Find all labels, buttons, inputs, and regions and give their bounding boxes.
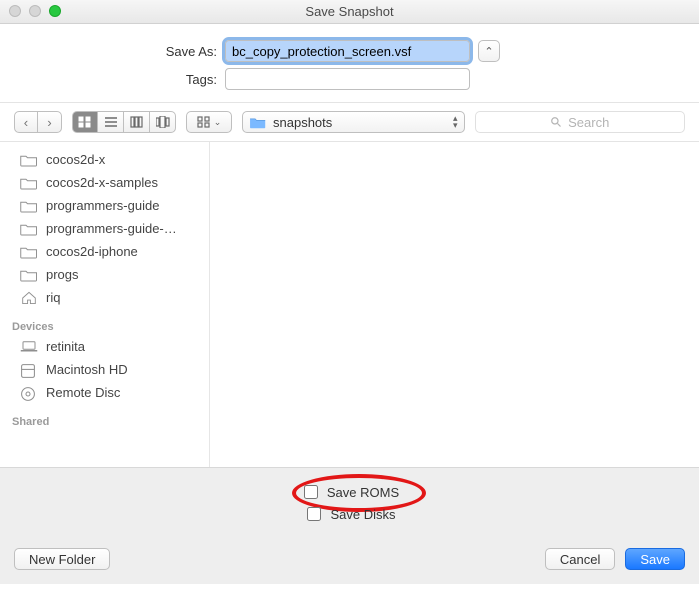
arrange-icon — [197, 116, 211, 128]
search-placeholder: Search — [568, 115, 609, 130]
save-disks-checkbox[interactable] — [307, 507, 321, 521]
tags-input[interactable] — [225, 68, 470, 90]
remote-disc-icon — [20, 386, 38, 400]
save-roms-checkbox[interactable] — [304, 485, 318, 499]
view-list-button[interactable] — [98, 111, 124, 133]
save-disks-checkbox-row[interactable]: Save Disks — [303, 504, 395, 524]
new-folder-button[interactable]: New Folder — [14, 548, 110, 570]
save-button[interactable]: Save — [625, 548, 685, 570]
sidebar-item[interactable]: programmers-guide — [0, 194, 209, 217]
sidebar-item[interactable]: riq — [0, 286, 209, 309]
sidebar-item-label: programmers-guide — [46, 198, 159, 213]
folder-icon — [20, 176, 38, 190]
tags-label: Tags: — [0, 72, 225, 87]
file-browser: cocos2d-x cocos2d-x-samples programmers-gu… — [0, 142, 699, 467]
sidebar-item[interactable]: retinita — [0, 335, 209, 358]
folder-icon — [20, 245, 38, 259]
collapse-location-button[interactable]: ⌃ — [478, 40, 500, 62]
list-icon — [104, 116, 118, 128]
close-window-button[interactable] — [9, 5, 21, 17]
sidebar-item[interactable]: Remote Disc — [0, 381, 209, 404]
sidebar-heading-shared: Shared — [0, 404, 209, 430]
folder-icon — [20, 268, 38, 282]
view-columns-button[interactable] — [124, 111, 150, 133]
view-mode-group — [72, 111, 176, 133]
browser-toolbar: ‹ › ⌄ snapshots ▴▾ — [0, 103, 699, 142]
nav-buttons: ‹ › — [14, 111, 62, 133]
folder-icon — [20, 222, 38, 236]
options-panel: Save ROMS Save Disks — [0, 467, 699, 540]
folder-icon — [20, 199, 38, 213]
save-disks-label: Save Disks — [330, 507, 395, 522]
forward-button[interactable]: › — [38, 111, 62, 133]
columns-icon — [130, 116, 144, 128]
arrange-dropdown[interactable]: ⌄ — [186, 111, 232, 133]
sidebar-item-label: riq — [46, 290, 60, 305]
sidebar-item-label: retinita — [46, 339, 85, 354]
sidebar-item[interactable]: programmers-guide-… — [0, 217, 209, 240]
sidebar-item-label: programmers-guide-… — [46, 221, 177, 236]
sidebar-item[interactable]: Macintosh HD — [0, 358, 209, 381]
laptop-icon — [20, 340, 38, 354]
chevron-right-icon: › — [47, 115, 51, 130]
window-controls — [9, 5, 61, 17]
sidebar-item[interactable]: cocos2d-x-samples — [0, 171, 209, 194]
location-popup[interactable]: snapshots ▴▾ — [242, 111, 465, 133]
sidebar-item-label: progs — [46, 267, 79, 282]
cancel-button[interactable]: Cancel — [545, 548, 615, 570]
sidebar-item[interactable]: cocos2d-iphone — [0, 240, 209, 263]
title-bar: Save Snapshot — [0, 0, 699, 24]
location-name: snapshots — [273, 115, 332, 130]
save-roms-label: Save ROMS — [327, 485, 399, 500]
dialog-footer: New Folder Cancel Save — [0, 540, 699, 584]
sidebar[interactable]: cocos2d-x cocos2d-x-samples programmers-gu… — [0, 142, 210, 467]
sidebar-heading-devices: Devices — [0, 309, 209, 335]
coverflow-icon — [156, 116, 170, 128]
sidebar-item-label: cocos2d-iphone — [46, 244, 138, 259]
save-as-input[interactable] — [225, 40, 470, 62]
view-icon-button[interactable] — [72, 111, 98, 133]
save-roms-checkbox-row[interactable]: Save ROMS — [300, 482, 399, 502]
sidebar-item-label: cocos2d-x-samples — [46, 175, 158, 190]
content-area[interactable] — [210, 142, 699, 467]
save-as-label: Save As: — [0, 44, 225, 59]
sidebar-item-label: Macintosh HD — [46, 362, 128, 377]
save-form: Save As: ⌃ Tags: — [0, 24, 699, 103]
search-icon — [550, 116, 562, 128]
chevron-down-icon: ⌄ — [214, 117, 222, 128]
folder-icon — [20, 153, 38, 167]
home-icon — [20, 291, 38, 305]
minimize-window-button[interactable] — [29, 5, 41, 17]
updown-arrows-icon: ▴▾ — [453, 115, 458, 129]
back-button[interactable]: ‹ — [14, 111, 38, 133]
window-title: Save Snapshot — [305, 4, 393, 19]
grid-icon — [78, 116, 92, 128]
chevron-left-icon: ‹ — [24, 115, 28, 130]
sidebar-item[interactable]: cocos2d-x — [0, 148, 209, 171]
folder-icon — [249, 116, 267, 129]
view-coverflow-button[interactable] — [150, 111, 176, 133]
zoom-window-button[interactable] — [49, 5, 61, 17]
sidebar-item-label: cocos2d-x — [46, 152, 105, 167]
search-field[interactable]: Search — [475, 111, 686, 133]
sidebar-item[interactable]: progs — [0, 263, 209, 286]
chevron-up-icon: ⌃ — [484, 45, 493, 58]
sidebar-item-label: Remote Disc — [46, 385, 120, 400]
disk-icon — [20, 363, 38, 377]
